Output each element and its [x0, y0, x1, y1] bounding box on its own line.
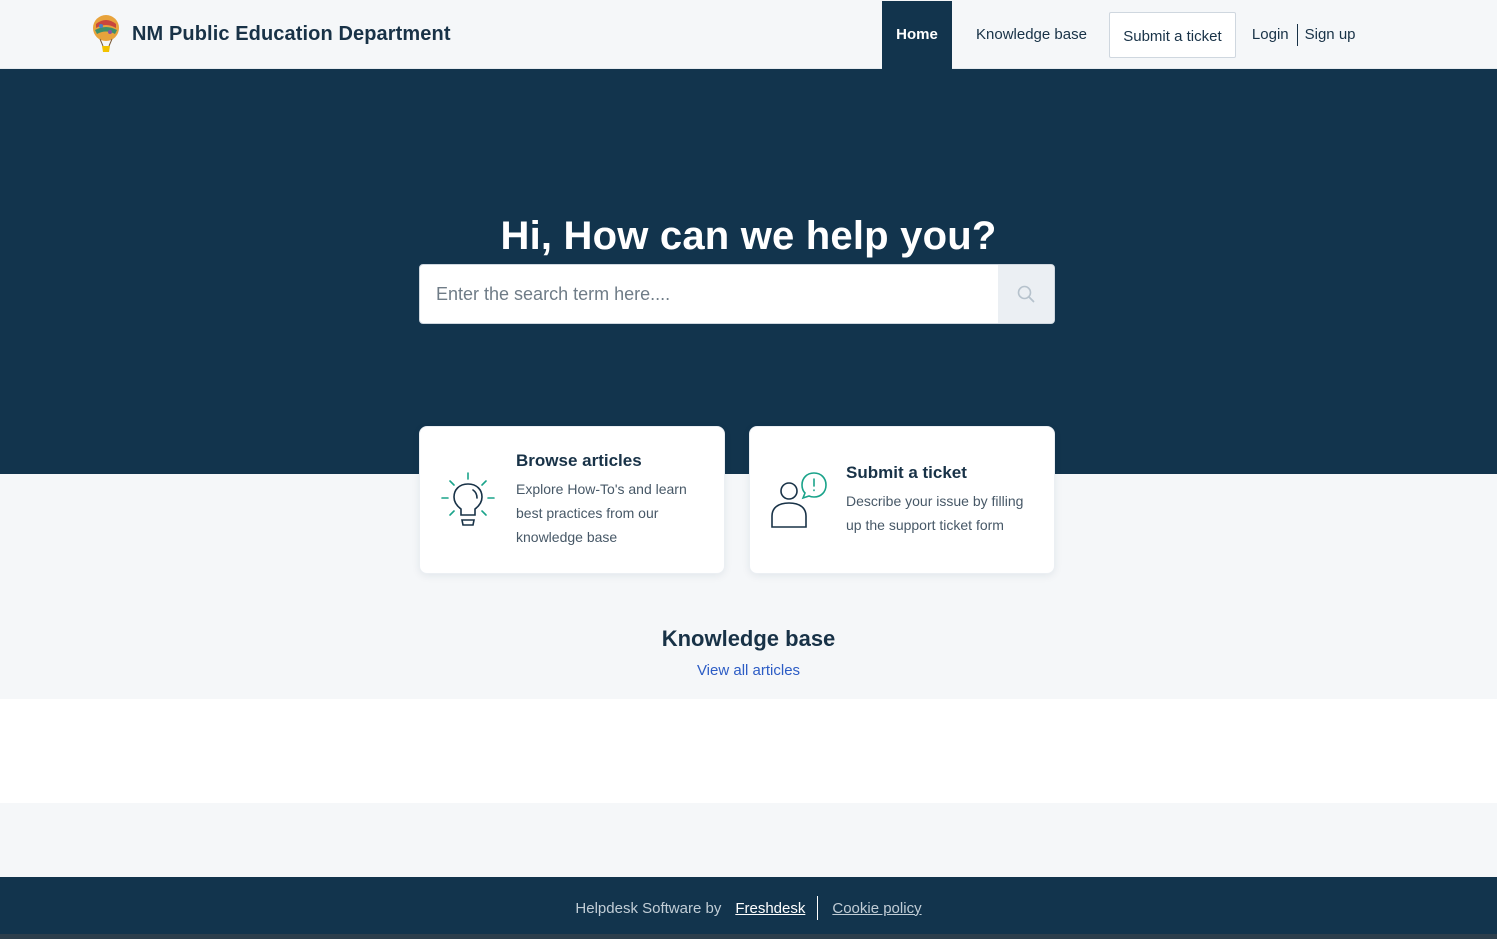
card-title: Submit a ticket	[846, 463, 967, 482]
card-description: Describe your issue by filling up the su…	[846, 493, 1024, 533]
nav-divider	[1296, 23, 1298, 46]
footer-credit-text: Helpdesk Software by	[575, 899, 722, 917]
knowledge-base-heading: Knowledge base	[661, 626, 836, 651]
footer-bottom-strip	[0, 934, 1497, 939]
hero-banner: Hi, How can we help you?	[0, 69, 1497, 474]
content-area	[0, 699, 1497, 803]
browse-articles-card[interactable]: Browse articles Explore How-To's and lea…	[419, 426, 725, 574]
hero-title: Hi, How can we help you?	[500, 214, 997, 258]
brand[interactable]: NM Public Education Department	[92, 14, 451, 54]
nav-signup-link[interactable]: Sign up	[1305, 26, 1356, 43]
nav-login-link[interactable]: Login	[1252, 26, 1289, 43]
submit-ticket-card[interactable]: Submit a ticket Describe your issue by f…	[749, 426, 1055, 574]
search-button[interactable]	[998, 265, 1054, 323]
brand-name: NM Public Education Department	[132, 22, 451, 45]
main-nav: Home Knowledge base Submit a ticket Logi…	[882, 0, 1356, 69]
search-input[interactable]	[420, 265, 998, 323]
footer: Helpdesk Software by Freshdesk Cookie po…	[0, 877, 1497, 939]
nav-home-link[interactable]: Home	[882, 0, 952, 69]
person-alert-icon	[771, 472, 827, 528]
nav-submit-ticket-button[interactable]: Submit a ticket	[1108, 11, 1236, 58]
lightbulb-icon	[441, 472, 495, 526]
freshdesk-link[interactable]: Freshdesk	[735, 900, 805, 917]
card-description: Explore How-To's and learn best practice…	[516, 481, 687, 545]
top-header: NM Public Education Department Home Know…	[0, 0, 1497, 69]
view-all-articles-link[interactable]: View all articles	[697, 662, 800, 679]
hot-air-balloon-logo-icon	[93, 15, 119, 52]
nav-knowledge-base-link[interactable]: Knowledge base	[976, 26, 1087, 43]
cookie-policy-link[interactable]: Cookie policy	[832, 900, 921, 917]
footer-divider	[817, 896, 819, 920]
search-icon	[1017, 285, 1035, 303]
card-title: Browse articles	[516, 451, 642, 470]
search-bar	[419, 264, 1055, 324]
